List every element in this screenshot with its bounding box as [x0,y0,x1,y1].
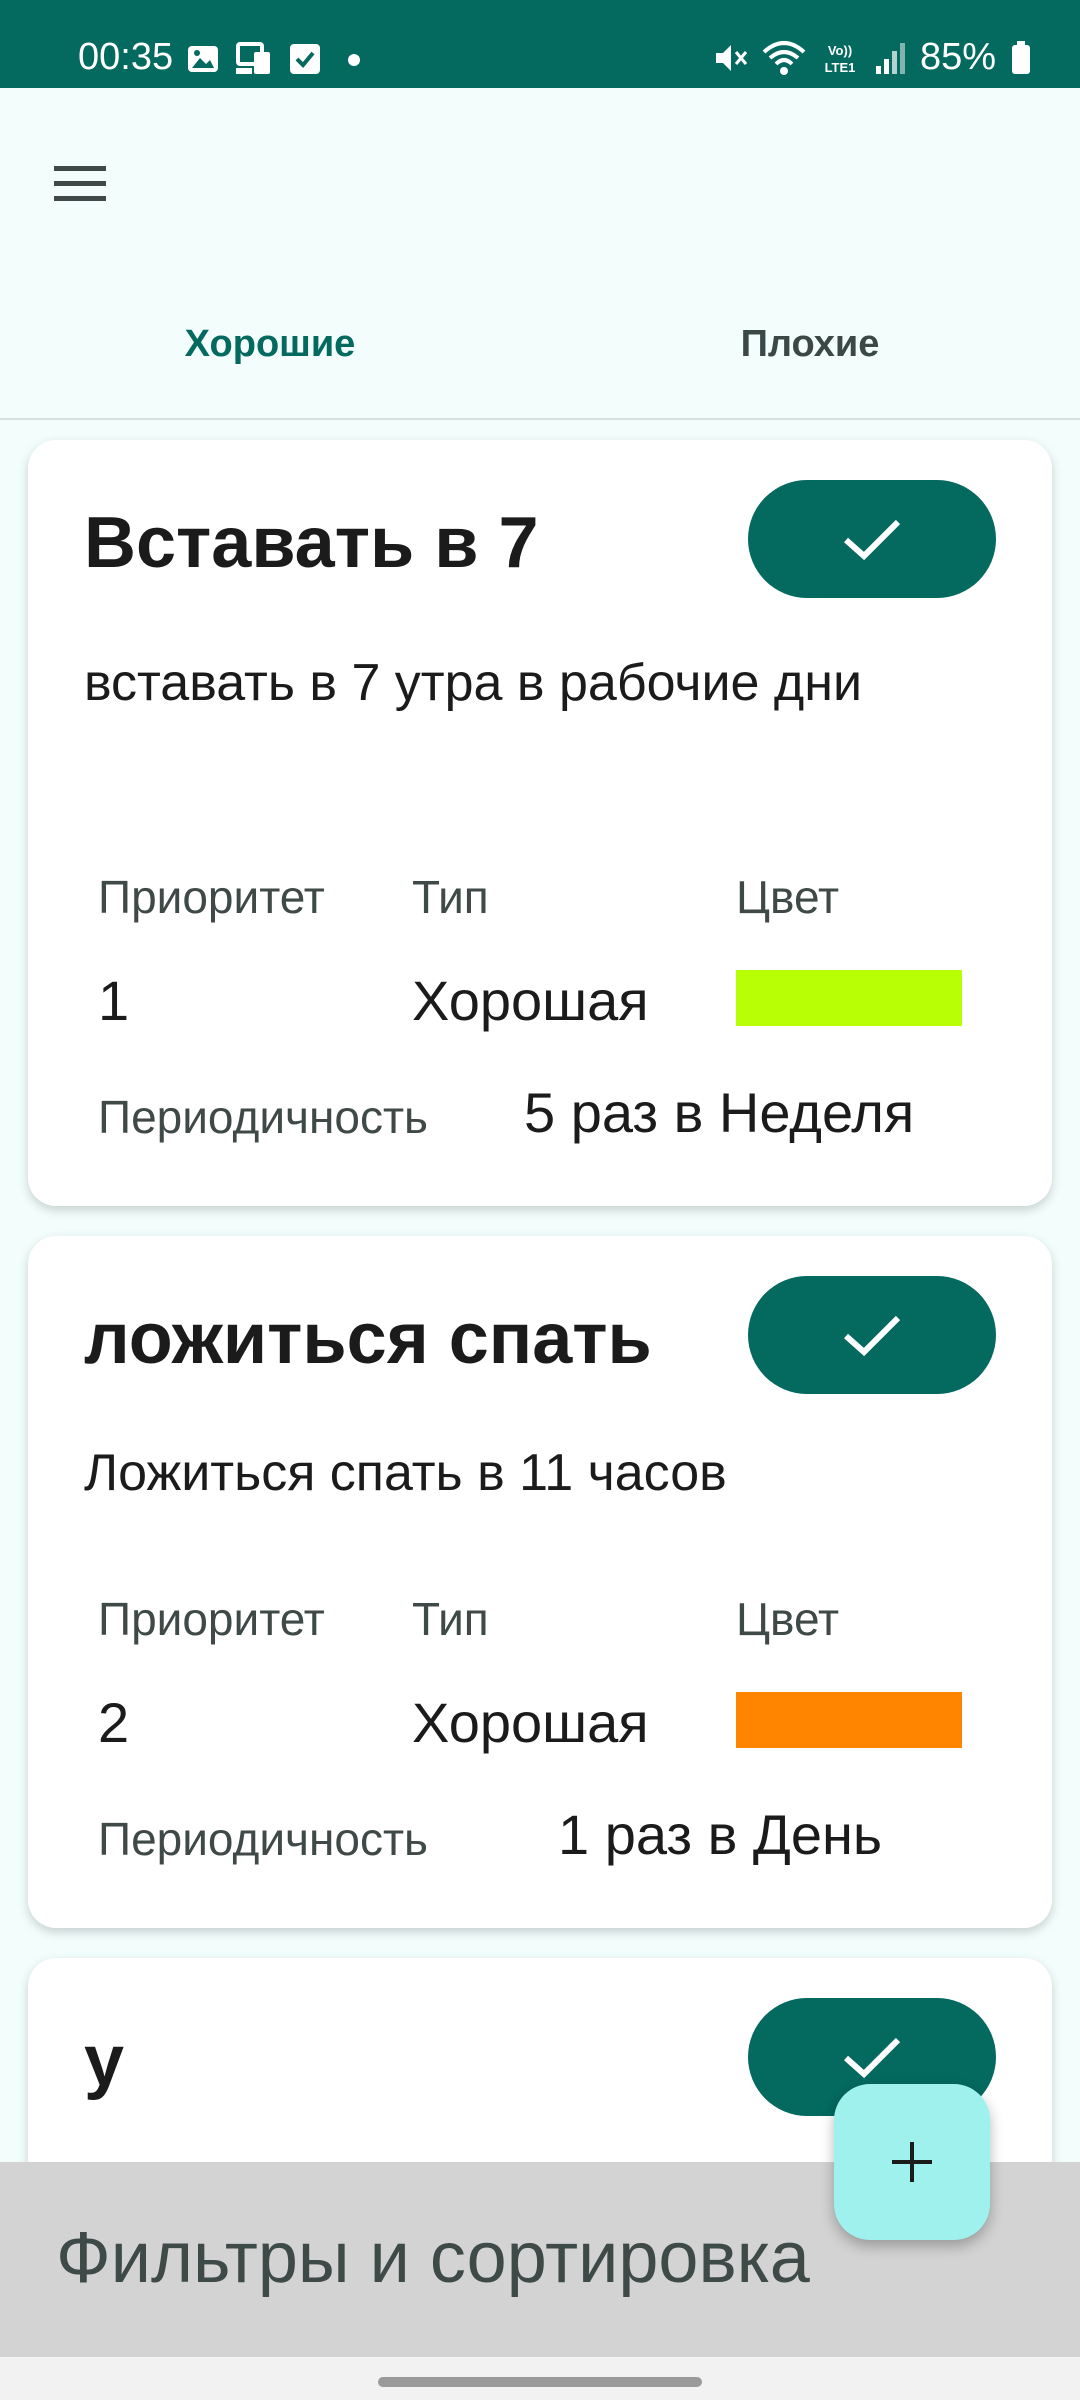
hamburger-menu-icon [54,166,106,201]
check-icon [844,2037,901,2079]
dot-icon [348,54,360,66]
cast-icon [236,42,270,74]
wifi-icon [762,40,806,75]
priority-label: Приоритет [98,1593,325,1645]
check-icon [844,1315,901,1357]
priority-label: Приоритет [98,871,325,923]
tab-bar: Хорошие Плохие [0,323,1080,513]
complete-habit-button[interactable] [748,480,996,598]
priority-value: 1 [98,969,130,1032]
svg-text:LTE1: LTE1 [825,60,856,75]
status-time: 00:35 [78,36,174,78]
habit-card[interactable]: Вставать в 7 вставать в 7 утра в рабочие… [28,440,1052,1206]
color-swatch [736,1692,962,1748]
menu-button[interactable] [40,144,120,224]
color-label: Цвет [736,1593,840,1645]
mute-icon [715,44,748,71]
image-icon [188,46,218,72]
periodicity-value: 5 раз в Неделя [524,1081,915,1144]
home-gesture-handle[interactable] [378,2377,702,2387]
periodicity-label: Периодичность [98,1813,429,1865]
signal-icon [875,42,905,74]
habit-title: ложиться спать [84,1299,652,1379]
tab-bad[interactable]: Плохие [540,323,1080,366]
svg-text:Vo)): Vo)) [828,43,852,58]
battery-icon [1012,40,1030,74]
habit-card[interactable]: ложиться спать Ложиться спать в 11 часов… [28,1236,1052,1928]
plus-icon [892,2142,932,2182]
add-habit-button[interactable] [834,2084,990,2240]
complete-habit-button[interactable] [748,1276,996,1394]
check-icon [844,519,901,561]
battery-percent: 85% [919,36,996,78]
periodicity-value: 1 раз в День [558,1803,883,1866]
volte-icon: Vo)) LTE1 [825,43,856,75]
type-value: Хорошая [412,969,649,1032]
habit-title: Вставать в 7 [84,503,539,583]
priority-value: 2 [98,1691,130,1754]
tab-good[interactable]: Хорошие [0,323,540,366]
habit-description: Ложиться спать в 11 часов [84,1444,727,1502]
color-label: Цвет [736,871,840,923]
color-swatch [736,970,962,1026]
app-bar: Хорошие Плохие [0,88,1080,513]
status-bar: 00:35 Vo)) LTE1 85% [0,0,1080,88]
type-value: Хорошая [412,1691,649,1754]
habit-description: вставать в 7 утра в рабочие дни [84,654,862,712]
type-label: Тип [412,1593,489,1645]
check-box-icon [290,44,320,74]
periodicity-label: Периодичность [98,1091,429,1143]
filter-sort-title: Фильтры и сортировка [56,2218,810,2298]
system-nav-bar [0,2357,1080,2400]
habit-title: у [84,2021,125,2101]
type-label: Тип [412,871,489,923]
